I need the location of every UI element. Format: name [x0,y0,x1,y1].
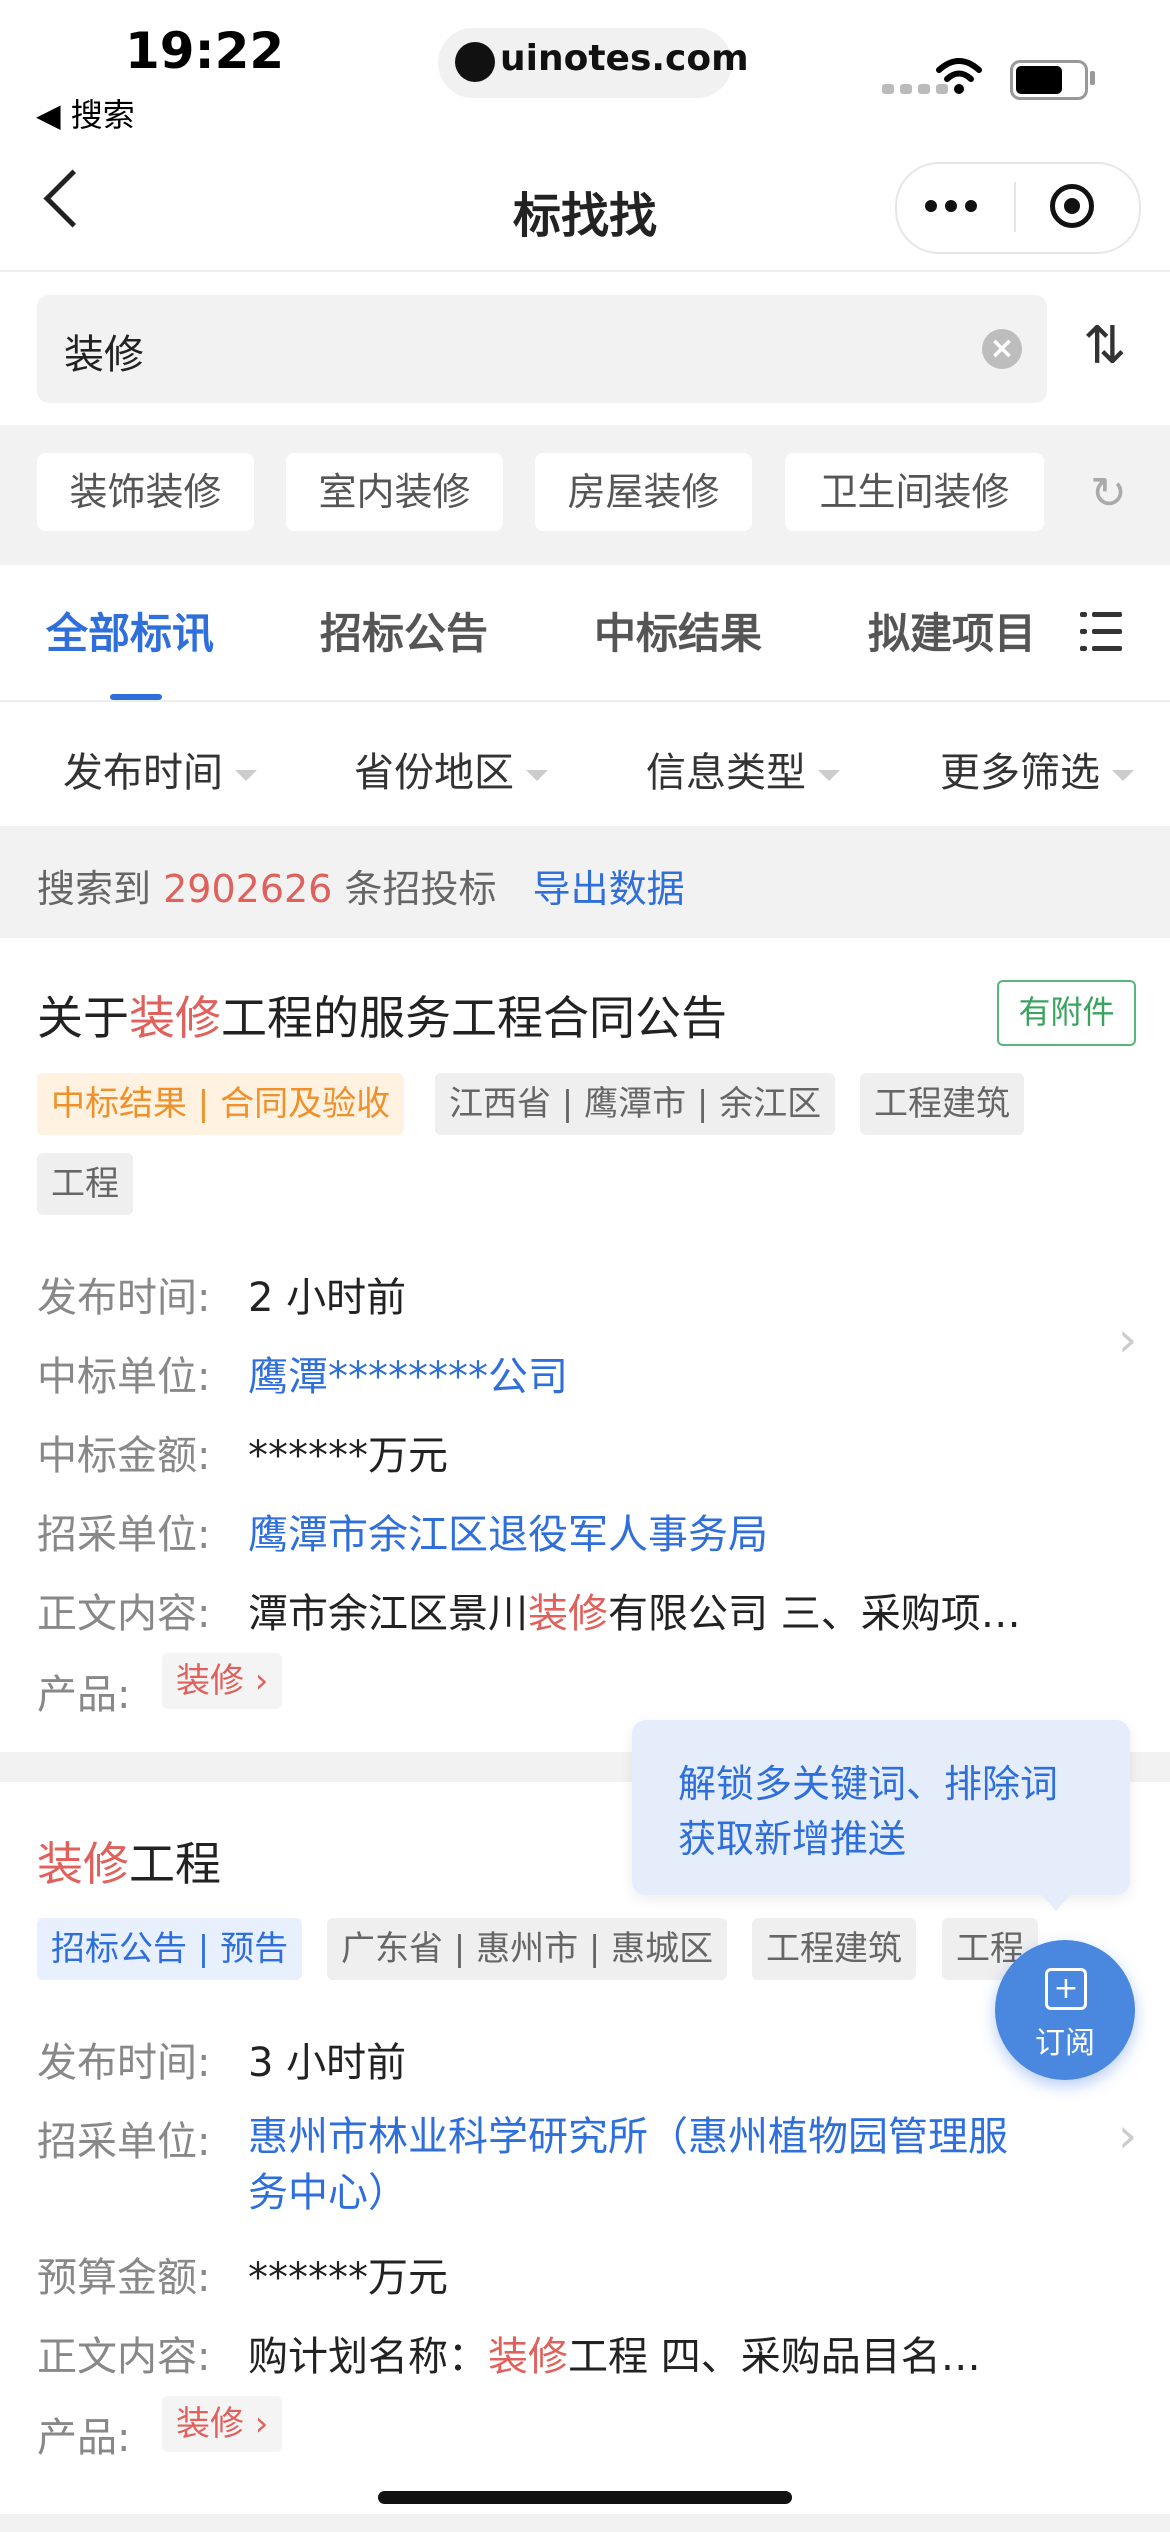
sort-icon[interactable]: ⇅ [1083,316,1127,376]
result-suffix: 条招投标 [344,867,497,911]
snippet-text: 工程 四、采购品目名… [568,2334,981,2380]
tooltip-text: 解锁多关键词、排除词 获取新增推送 [678,1757,1058,1867]
tooltip-line: 获取新增推送 [678,1817,907,1861]
suggestion-chip[interactable]: 室内装修 [286,453,503,531]
product-label: 装修 [176,2404,244,2444]
export-data-link[interactable]: 导出数据 [533,867,685,911]
result-number: 2902626 [163,867,333,911]
content-snippet: 购计划名称：装修工程 四、采购品目名… [248,2324,981,2382]
tag-region: 江西省 | 鹰潭市 | 余江区 [435,1073,836,1135]
product-label: 装修 [176,1661,244,1701]
filter-region[interactable]: 省份地区 [354,740,548,798]
nav-divider [0,270,1170,272]
winning-company-link[interactable]: 鹰潭********公司 [248,1344,568,1402]
tabs-divider [0,700,1170,702]
winning-amount-value: ******万元 [248,1433,448,1479]
publish-time-value: 2 小时前 [248,1275,407,1321]
field-label: 正文内容: [37,2334,211,2380]
publish-time-value: 3 小时前 [248,2040,407,2086]
result-prefix: 搜索到 [37,867,152,911]
card-title[interactable]: 关于装修工程的服务工程合同公告 [37,982,727,1048]
bottom-separator [0,2514,1170,2532]
search-input[interactable] [37,295,1047,403]
filter-label: 省份地区 [354,750,514,796]
caret-down-icon [235,769,257,781]
field-label: 预算金额: [37,2255,211,2301]
field-label: 产品: [37,2415,131,2461]
filter-publish-time[interactable]: 发布时间 [63,740,257,798]
search-query: 装修 [64,332,144,378]
field-label: 招采单位: [37,2119,211,2165]
caret-down-icon [1112,769,1134,781]
tooltip-line: 解锁多关键词、排除词 [678,1762,1059,1806]
chevron-right-icon[interactable]: › [1118,1312,1137,1368]
battery-level [1016,66,1062,94]
snippet-text: 有限公司 三、采购项… [608,1591,1021,1637]
filter-label: 更多筛选 [940,750,1100,796]
title-text: 工程 [129,1837,221,1891]
field-label: 发布时间: [37,1275,211,1321]
snippet-text: 购计划名称： [248,2334,488,2380]
snippet-keyword: 装修 [488,2334,568,2380]
filter-info-type[interactable]: 信息类型 [646,740,840,798]
tab-tender-notice[interactable]: 招标公告 [320,600,488,661]
product-tag[interactable]: 装修 › [162,2396,283,2452]
suggestion-chip[interactable]: 卫生间装修 [785,453,1044,531]
tag-type: 工程 [37,1153,133,1215]
close-miniprogram-icon-dot [1064,198,1080,214]
tag-region: 广东省 | 惠州市 | 惠城区 [327,1918,728,1980]
filter-more[interactable]: 更多筛选 [940,740,1134,798]
attachment-badge: 有附件 [997,980,1136,1046]
tooltip-arrow [1040,1893,1072,1911]
product-tag[interactable]: 装修 › [162,1653,283,1709]
tag-category: 中标结果 | 合同及验收 [37,1073,405,1135]
filter-label: 信息类型 [646,750,806,796]
suggestion-chip[interactable]: 房屋装修 [535,453,752,531]
field-label: 中标金额: [37,1433,211,1479]
purchaser-link[interactable]: 惠州市林业科学研究所（惠州植物园管理服务中心） [248,2109,1028,2221]
field-label: 产品: [37,1672,131,1718]
filter-label: 发布时间 [63,750,223,796]
field-label: 招采单位: [37,1512,211,1558]
caret-down-icon [526,769,548,781]
title-keyword: 装修 [129,991,221,1045]
result-count: 搜索到 2902626 条招投标 导出数据 [37,858,685,913]
title-text: 工程的服务工程合同公告 [221,991,727,1045]
tag-industry: 工程建筑 [860,1073,1024,1135]
menu-icon[interactable] [1080,610,1122,652]
suggestion-chip[interactable]: 装饰装修 [37,453,254,531]
snippet-keyword: 装修 [528,1591,608,1637]
tab-award-result[interactable]: 中标结果 [594,600,762,661]
wifi-icon [936,58,982,94]
field-label: 中标单位: [37,1354,211,1400]
tag-industry: 工程建筑 [752,1918,916,1980]
budget-amount-value: ******万元 [248,2255,448,2301]
caret-down-icon [818,769,840,781]
capsule-divider [1014,182,1016,232]
purchaser-link[interactable]: 鹰潭市余江区退役军人事务局 [248,1502,768,1560]
back-to-search-link[interactable]: ◀ 搜索 [36,90,135,136]
clear-search-icon[interactable]: × [982,329,1022,369]
status-time: 19:22 [125,22,285,80]
refresh-icon[interactable]: ↻ [1090,468,1127,519]
site-logo-icon [455,42,495,82]
content-snippet: 潭市余江区景川装修有限公司 三、采购项… [248,1581,1021,1639]
battery-nub [1090,71,1095,85]
field-label: 发布时间: [37,2040,211,2086]
title-text: 关于 [37,991,129,1045]
home-indicator[interactable] [378,2491,792,2504]
subscribe-label: 订阅 [1035,2026,1095,2061]
chevron-right-icon[interactable]: › [1118,2108,1137,2164]
field-label: 正文内容: [37,1591,211,1637]
card-title[interactable]: 装修工程 [37,1828,221,1894]
snippet-text: 潭市余江区景川 [248,1591,528,1637]
tab-all[interactable]: 全部标讯 [46,600,214,661]
title-keyword: 装修 [37,1837,129,1891]
tag-category: 招标公告 | 预告 [37,1918,303,1980]
more-options-icon[interactable] [925,200,981,214]
subscribe-icon: + [1045,1968,1087,2010]
url-text: uinotes.com [500,38,749,79]
tab-planned-project[interactable]: 拟建项目 [868,600,1030,661]
